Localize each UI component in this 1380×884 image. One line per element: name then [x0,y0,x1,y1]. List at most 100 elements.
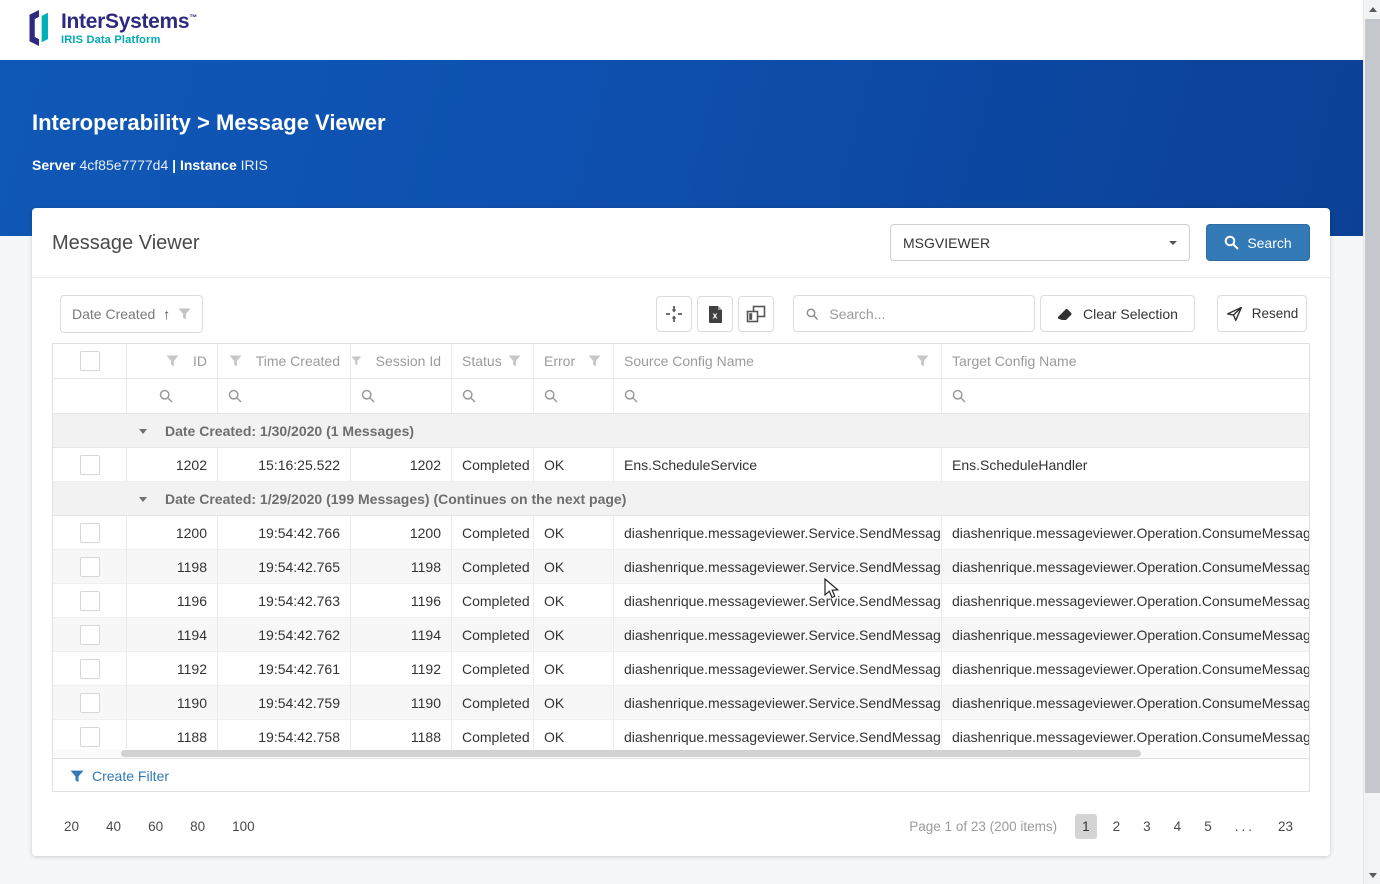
cell-time-created: 15:16:25.522 [218,448,351,481]
column-header-id[interactable]: ID [127,344,218,378]
cell-session-id: 1190 [351,686,452,719]
table-row[interactable]: 1202 15:16:25.522 1202 Completed OK Ens.… [53,448,1309,482]
table-row[interactable]: 1196 19:54:42.763 1196 Completed OK dias… [53,584,1309,618]
page-button-2[interactable]: 2 [1106,814,1128,839]
page-size-selector: 20 40 60 80 100 [52,819,255,834]
table-row[interactable]: 1200 19:54:42.766 1200 Completed OK dias… [53,516,1309,550]
filter-input-session-id[interactable] [351,379,452,413]
cell-target-config: diashenrique.messageviewer.Operation.Con… [952,558,1309,575]
horizontal-scrollbar-thumb[interactable] [121,750,1141,757]
page-title: Message Viewer [52,232,200,254]
column-header-source-config-name[interactable]: Source Config Name [614,344,942,378]
collapse-all-button[interactable] [656,296,692,332]
resend-button[interactable]: Resend [1217,295,1307,332]
column-header-status[interactable]: Status [452,344,534,378]
filter-input-status[interactable] [452,379,534,413]
cell-time-created: 19:54:42.761 [218,652,351,685]
grid-header-row: ID Time Created Session Id Status Error [53,344,1309,379]
group-row[interactable]: Date Created: 1/30/2020 (1 Messages) [53,414,1309,448]
row-checkbox[interactable] [79,658,100,679]
viewer-dropdown[interactable]: MSGVIEWER [890,224,1190,261]
filter-input-id[interactable] [127,379,218,413]
scroll-up-arrow[interactable] [1364,0,1380,17]
column-header-target-config-name[interactable]: Target Config Name [942,344,1309,378]
page-buttons: 1 2 3 4 5 ... 23 [1075,813,1300,839]
group-row[interactable]: Date Created: 1/29/2020 (199 Messages) (… [53,482,1309,516]
page-button-1[interactable]: 1 [1075,813,1097,839]
search-icon [462,389,476,403]
cell-source-config: diashenrique.messageviewer.Service.SendM… [614,618,942,651]
column-header-session-id[interactable]: Session Id [351,344,452,378]
clear-selection-button[interactable]: Clear Selection [1040,295,1195,332]
cell-time-created: 19:54:42.758 [218,720,351,749]
filter-funnel-icon[interactable] [588,355,601,367]
page-size-40[interactable]: 40 [106,819,121,834]
page-button-3[interactable]: 3 [1136,814,1158,839]
sort-ascending-icon: ↑ [163,306,171,322]
filter-input-time-created[interactable] [218,379,351,413]
cell-error: OK [534,516,614,549]
filter-input-target-config-name[interactable] [942,379,1309,413]
cell-source-config: diashenrique.messageviewer.Service.SendM… [614,686,942,719]
chevron-down-icon [1169,241,1177,249]
cell-source-config: diashenrique.messageviewer.Service.SendM… [614,584,942,617]
vertical-scrollbar-thumb[interactable] [1365,19,1380,793]
table-row[interactable]: 1192 19:54:42.761 1192 Completed OK dias… [53,652,1309,686]
page-size-20[interactable]: 20 [64,819,79,834]
column-header-time-created[interactable]: Time Created [218,344,351,378]
table-row[interactable]: 1188 19:54:42.758 1188 Completed OK dias… [53,720,1309,749]
filter-funnel-icon[interactable] [916,355,929,367]
filter-input-error[interactable] [534,379,614,413]
column-chooser-button[interactable] [738,296,774,332]
filter-funnel-icon[interactable] [229,355,242,367]
filter-funnel-icon[interactable] [351,355,362,367]
cell-session-id: 1188 [351,720,452,749]
group-by-date-created-chip[interactable]: Date Created ↑ [60,295,204,333]
cell-source-config: Ens.ScheduleService [614,448,942,481]
page-size-100[interactable]: 100 [232,819,255,834]
message-grid: ID Time Created Session Id Status Error [52,343,1310,792]
horizontal-scrollbar[interactable] [53,749,1309,758]
eraser-icon [1058,308,1072,320]
row-checkbox[interactable] [79,692,100,713]
cell-target-config: diashenrique.messageviewer.Operation.Con… [952,660,1309,677]
column-chooser-icon [746,305,766,323]
row-checkbox[interactable] [79,454,100,475]
page-button-4[interactable]: 4 [1167,814,1189,839]
search-button[interactable]: Search [1206,224,1310,261]
search-icon [806,307,819,320]
cell-id: 1196 [127,584,218,617]
page-button-5[interactable]: 5 [1197,814,1219,839]
row-checkbox[interactable] [79,624,100,645]
cell-source-config: diashenrique.messageviewer.Service.SendM… [614,720,942,749]
collapse-group-icon[interactable] [139,496,147,506]
filter-funnel-icon[interactable] [166,355,179,367]
row-checkbox[interactable] [79,726,100,747]
table-row[interactable]: 1194 19:54:42.762 1194 Completed OK dias… [53,618,1309,652]
collapse-group-icon[interactable] [139,428,147,438]
cell-session-id: 1202 [351,448,452,481]
select-all-checkbox[interactable] [79,351,100,371]
row-checkbox[interactable] [79,522,100,543]
filter-funnel-icon[interactable] [508,355,521,367]
table-row[interactable]: 1190 19:54:42.759 1190 Completed OK dias… [53,686,1309,720]
cell-id: 1192 [127,652,218,685]
column-header-error[interactable]: Error [534,344,614,378]
pagination-bar: 20 40 60 80 100 Page 1 of 23 (200 items)… [52,806,1310,846]
row-checkbox[interactable] [79,556,100,577]
page-size-60[interactable]: 60 [148,819,163,834]
create-filter-link[interactable]: Create Filter [53,758,1309,793]
table-row[interactable]: 1198 19:54:42.765 1198 Completed OK dias… [53,550,1309,584]
export-excel-button[interactable]: x [697,296,733,332]
page-size-80[interactable]: 80 [190,819,205,834]
vertical-scrollbar[interactable] [1363,0,1380,884]
search-icon [624,389,638,403]
grid-search-input[interactable] [827,304,1022,323]
page-button-23[interactable]: 23 [1271,814,1300,839]
filter-input-source-config-name[interactable] [614,379,942,413]
grid-filter-row [53,379,1309,414]
row-checkbox[interactable] [79,590,100,611]
scroll-down-arrow[interactable] [1364,867,1380,884]
grid-body: Date Created: 1/30/2020 (1 Messages) 120… [53,414,1309,749]
cell-id: 1198 [127,550,218,583]
